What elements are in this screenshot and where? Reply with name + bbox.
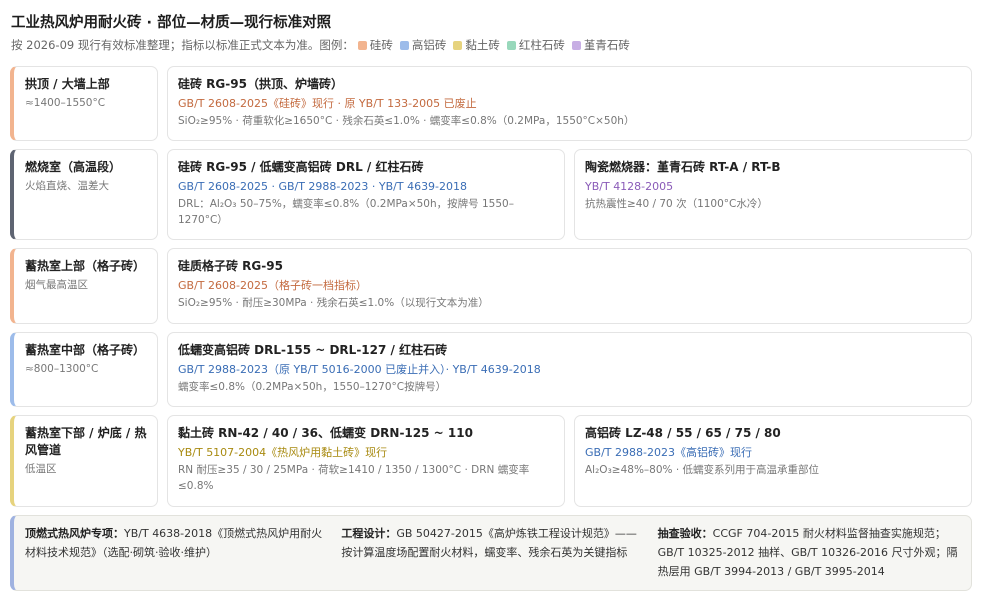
material-card: 硅质格子砖 RG-95 GB/T 2608-2025（格子砖一档指标） SiO₂≥9…: [167, 248, 972, 324]
location-label-card: 蓄热室上部（格子砖） 烟气最高温区: [10, 248, 158, 324]
legend-item: 堇青石砖: [571, 37, 630, 53]
material-title: 硅质格子砖 RG-95: [178, 259, 283, 273]
location-label-card: 蓄热室下部 / 炉底 / 热风管道低温区: [10, 415, 158, 507]
material-card: 硅砖 RG-95（拱顶、炉墙砖） GB/T 2608-2025《硅砖》现行 · 原…: [167, 66, 972, 141]
page-title: 工业热风炉用耐火砖 · 部位—材质—现行标准对照: [11, 15, 332, 31]
material-title: 黏土砖 RN-42 / 40 / 36、低蠕变 DRN-125 ~ 110: [178, 426, 473, 440]
table-row: 蓄热室中部（格子砖） ≈800–1300°C 低蠕变高铝砖 DRL-155 ~ DR…: [10, 332, 972, 407]
standard-reference: YB/T 4128-2005: [585, 180, 674, 193]
footer-note: 工程设计：GB 50427-2015《高炉炼铁工程设计规范》——按计算温度场配置…: [341, 524, 643, 590]
location-title: 燃烧室（高温段）: [25, 160, 122, 174]
standard-reference: GB/T 2608-2025（格子砖一档指标）: [178, 279, 367, 292]
location-label-card: 燃烧室（高温段） 火焰直烧、温差大: [10, 149, 158, 240]
location-label-card: 蓄热室中部（格子砖） ≈800–1300°C: [10, 332, 158, 407]
legend-label: 黏土砖: [465, 38, 500, 52]
standard-reference: YB/T 5107-2004《热风炉用黏土砖》现行: [178, 446, 388, 459]
location-condition: 低温区: [25, 463, 57, 475]
legend-item: 红柱石砖: [506, 37, 565, 53]
legend-label: 红柱石砖: [518, 38, 565, 52]
spec-note: 抗热震性≥40 / 70 次（1100°C水冷）: [585, 198, 768, 210]
material-title: 高铝砖 LZ-48 / 55 / 65 / 75 / 80: [585, 426, 781, 440]
material-title: 硅砖 RG-95 / 低蠕变高铝砖 DRL / 红柱石砖: [178, 160, 424, 174]
standard-reference: GB/T 2608-2025 · GB/T 2988-2023 · YB/T 4…: [178, 180, 468, 193]
footer-note: 抽查验收：CCGF 704-2015 耐火材料监督抽查实施规范；GB/T 103…: [658, 524, 960, 590]
location-condition: 烟气最高温区: [25, 279, 88, 291]
footer-note-title: 顶燃式热风炉专项：: [25, 527, 124, 540]
material-card: 黏土砖 RN-42 / 40 / 36、低蠕变 DRN-125 ~ 110 YB/…: [167, 415, 565, 507]
legend-item: 硅砖: [357, 37, 393, 53]
legend-label: 堇青石砖: [583, 38, 630, 52]
spec-note: 蠕变率≤0.8%（0.2MPa×50h，1550–1270°C按牌号）: [178, 381, 447, 393]
table-row: 蓄热室上部（格子砖） 烟气最高温区 硅质格子砖 RG-95 GB/T 2608-202…: [10, 248, 972, 324]
footer-note-title: 抽查验收：: [657, 527, 713, 540]
legend: 硅砖 高铝砖 黏土砖 红柱石砖 堇青石砖: [354, 37, 630, 53]
material-title: 硅砖 RG-95（拱顶、炉墙砖）: [178, 77, 343, 91]
location-title: 蓄热室上部（格子砖）: [25, 259, 146, 273]
spec-note: RN 耐压≥35 / 30 / 25MPa · 荷软≥1410 / 1350 /…: [178, 464, 530, 492]
material-title: 低蠕变高铝砖 DRL-155 ~ DRL-127 / 红柱石砖: [178, 343, 448, 357]
legend-item: 高铝砖: [399, 37, 447, 53]
location-title: 蓄热室下部 / 炉底 / 热风管道: [25, 426, 147, 457]
standard-reference: GB/T 2988-2023（原 YB/T 5016-2000 已废止并入）· …: [178, 363, 541, 376]
legend-swatch: [357, 40, 367, 50]
page-subtitle: 按 2026-09 现行有效标准整理；指标以标准正式文本为准。图例： 硅砖 高铝砖…: [11, 37, 630, 53]
spec-note: Al₂O₃≥48%–80% · 低蠕变系列用于高温承重部位: [585, 464, 820, 476]
location-label-card: 拱顶 / 大墙上部 ≈1400–1550°C: [10, 66, 158, 141]
spec-note: SiO₂≥95% · 荷重软化≥1650°C · 残余石英≤1.0% · 蠕变率…: [178, 115, 635, 127]
location-title: 拱顶 / 大墙上部: [25, 77, 110, 91]
location-condition: 火焰直烧、温差大: [25, 180, 109, 192]
legend-item: 黏土砖: [453, 37, 500, 53]
standard-reference: GB/T 2608-2025《硅砖》现行 · 原 YB/T 133-2005 已…: [178, 97, 477, 110]
legend-label: 硅砖: [369, 38, 393, 52]
location-title: 蓄热室中部（格子砖）: [25, 343, 146, 357]
table-row: 燃烧室（高温段） 火焰直烧、温差大 硅砖 RG-95 / 低蠕变高铝砖 DRL / …: [10, 149, 972, 240]
footer-note-title: 工程设计：: [341, 527, 397, 540]
subtitle-text: 按 2026-09 现行有效标准整理；指标以标准正式文本为准。图例：: [11, 38, 354, 52]
legend-swatch: [453, 40, 463, 50]
legend-label: 高铝砖: [411, 38, 447, 52]
material-card: 高铝砖 LZ-48 / 55 / 65 / 75 / 80 GB/T 2988-2…: [574, 415, 972, 507]
material-card: 硅砖 RG-95 / 低蠕变高铝砖 DRL / 红柱石砖 GB/T 2608-20…: [167, 149, 565, 240]
spec-note: DRL：Al₂O₃ 50–75%，蠕变率≤0.8%（0.2MPa×50h，按牌号…: [178, 198, 514, 226]
material-card: 低蠕变高铝砖 DRL-155 ~ DRL-127 / 红柱石砖 GB/T 2988…: [167, 332, 972, 407]
table-row: 蓄热室下部 / 炉底 / 热风管道 低温区 黏土砖 RN-42 / 40 / 36、…: [10, 415, 972, 507]
spec-note: SiO₂≥95% · 耐压≥30MPa · 残余石英≤1.0%（以现行文本为准）: [178, 297, 489, 309]
standard-reference: GB/T 2988-2023《高铝砖》现行: [585, 446, 752, 459]
location-condition: ≈800–1300°C: [25, 363, 99, 375]
legend-swatch: [399, 40, 409, 50]
legend-swatch: [506, 40, 516, 50]
footer-note: 顶燃式热风炉专项：YB/T 4638-2018《顶燃式热风炉用耐火材料技术规范》…: [25, 524, 327, 590]
location-condition: ≈1400–1550°C: [25, 97, 106, 109]
table-row: 拱顶 / 大墙上部 ≈1400–1550°C 硅砖 RG-95（拱顶、炉墙砖） GB/…: [10, 66, 972, 141]
material-card: 陶瓷燃烧器：堇青石砖 RT-A / RT-B YB/T 4128-2005 抗热震性…: [574, 149, 972, 240]
material-title: 陶瓷燃烧器：堇青石砖 RT-A / RT-B: [585, 160, 781, 174]
legend-swatch: [571, 40, 581, 50]
footer-notes: 顶燃式热风炉专项：YB/T 4638-2018《顶燃式热风炉用耐火材料技术规范》…: [10, 515, 972, 591]
